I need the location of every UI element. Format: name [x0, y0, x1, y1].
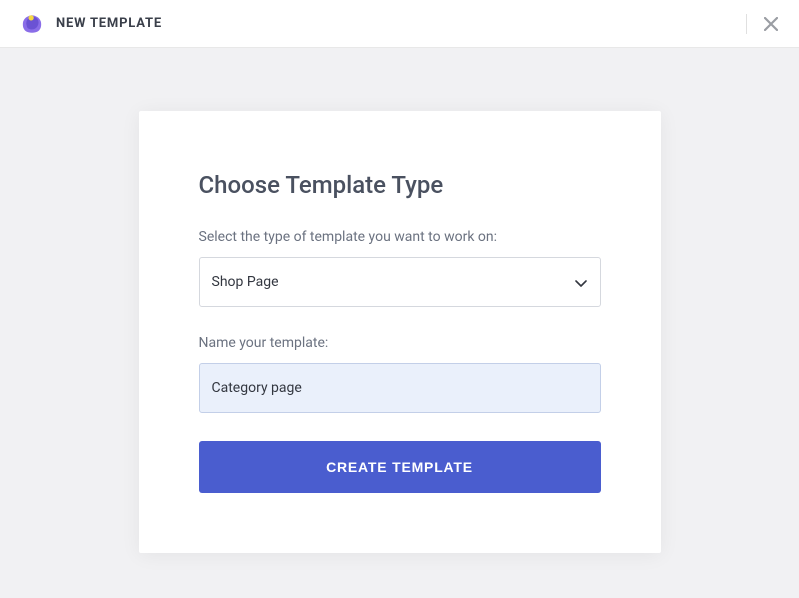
- modal-title: Choose Template Type: [199, 171, 601, 199]
- close-icon[interactable]: [761, 14, 781, 34]
- header-divider: [746, 14, 747, 34]
- template-type-value: Shop Page: [199, 257, 601, 307]
- header-bar: NEW TEMPLATE: [0, 0, 799, 48]
- template-type-label: Select the type of template you want to …: [199, 229, 601, 245]
- main-content: Choose Template Type Select the type of …: [0, 48, 799, 598]
- header-right: [746, 14, 781, 34]
- app-logo-icon: [18, 10, 46, 38]
- create-template-button[interactable]: CREATE TEMPLATE: [199, 441, 601, 493]
- template-name-label: Name your template:: [199, 335, 601, 351]
- template-name-input[interactable]: [199, 363, 601, 413]
- header-title: NEW TEMPLATE: [56, 16, 162, 31]
- template-modal: Choose Template Type Select the type of …: [139, 111, 661, 553]
- header-left: NEW TEMPLATE: [18, 10, 162, 38]
- template-type-select[interactable]: Shop Page: [199, 257, 601, 307]
